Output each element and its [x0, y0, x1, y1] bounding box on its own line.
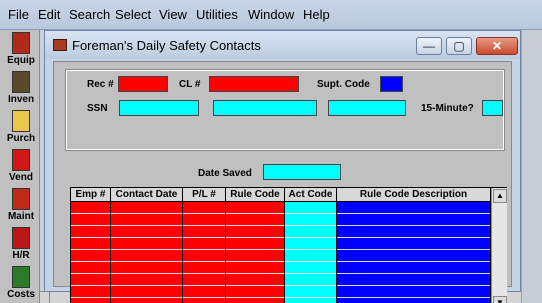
toolbar-button-inven[interactable]: Inven: [2, 70, 38, 110]
menu-bar: File Edit Search Select View Utilities W…: [0, 0, 542, 30]
supt-code-field[interactable]: [380, 76, 403, 92]
menu-utilities[interactable]: Utilities: [196, 7, 238, 22]
contacts-grid[interactable]: Emp # Contact Date P/L # Rule Code Act C…: [70, 187, 507, 303]
menu-file[interactable]: File: [8, 7, 29, 22]
toolbar-label: Inven: [7, 94, 35, 105]
ssn-field-1[interactable]: [119, 100, 199, 116]
maximize-button[interactable]: ▢: [446, 37, 472, 55]
menu-select[interactable]: Select: [115, 7, 151, 22]
form-client-area: Rec # CL # Supt. Code SSN 15-Minute? Dat…: [53, 61, 512, 303]
maintenance-icon: [12, 188, 30, 210]
toolbar-button-equip[interactable]: Equip: [2, 31, 38, 71]
ssn-label: SSN: [87, 103, 108, 114]
vendor-phone-icon: [12, 149, 30, 171]
fifteen-minute-field[interactable]: [482, 100, 503, 116]
menu-edit[interactable]: Edit: [38, 7, 60, 22]
toolbar-label: Vend: [9, 172, 33, 183]
fifteen-minute-label: 15-Minute?: [421, 103, 474, 114]
toolbar-button-hr[interactable]: H/R: [2, 226, 38, 266]
costs-icon: [12, 266, 30, 288]
menu-view[interactable]: View: [159, 7, 187, 22]
rec-label: Rec #: [87, 79, 114, 90]
header-fields-group: Rec # CL # Supt. Code SSN 15-Minute?: [65, 69, 505, 151]
grid-scrollbar[interactable]: ▲ ▼: [491, 188, 507, 303]
status-segment: [40, 292, 50, 303]
module-toolbar: Equip Inven Purch Vend Maint H/R Costs: [0, 30, 40, 303]
column-header-contact-date[interactable]: Contact Date: [111, 188, 183, 202]
column-header-act-code[interactable]: Act Code: [285, 188, 337, 202]
workspace-background: [521, 30, 542, 303]
column-header-rule-code[interactable]: Rule Code: [226, 188, 285, 202]
scroll-up-icon[interactable]: ▲: [493, 189, 507, 203]
window-titlebar[interactable]: Foreman's Daily Safety Contacts — ▢ ✕: [45, 31, 520, 59]
cl-label: CL #: [179, 79, 201, 90]
inventory-icon: [12, 71, 30, 93]
ssn-field-2[interactable]: [213, 100, 317, 116]
app-icon: [53, 39, 67, 51]
column-header-pl[interactable]: P/L #: [183, 188, 226, 202]
toolbar-button-maint[interactable]: Maint: [2, 187, 38, 227]
toolbar-label: H/R: [12, 250, 30, 261]
ssn-field-3[interactable]: [328, 100, 406, 116]
scroll-down-icon[interactable]: ▼: [493, 296, 507, 303]
emp-column-cells[interactable]: [71, 202, 111, 303]
contact-date-column-cells[interactable]: [111, 202, 183, 303]
column-header-rule-code-description[interactable]: Rule Code Description: [337, 188, 491, 202]
menu-search[interactable]: Search: [69, 7, 110, 22]
toolbar-label: Purch: [6, 133, 36, 144]
toolbar-button-purch[interactable]: Purch: [2, 109, 38, 149]
purchasing-icon: [12, 110, 30, 132]
supt-code-label: Supt. Code: [317, 79, 370, 90]
menu-help[interactable]: Help: [303, 7, 330, 22]
toolbar-label: Maint: [7, 211, 35, 222]
rec-field[interactable]: [118, 76, 168, 92]
minimize-button[interactable]: —: [416, 37, 442, 55]
toolbar-button-vend[interactable]: Vend: [2, 148, 38, 188]
toolbar-label: Costs: [7, 289, 35, 300]
safety-contacts-window: Foreman's Daily Safety Contacts — ▢ ✕ Re…: [44, 30, 521, 303]
menu-window[interactable]: Window: [248, 7, 294, 22]
date-saved-field[interactable]: [263, 164, 341, 180]
act-code-column-cells[interactable]: [285, 202, 337, 303]
pl-column-cells[interactable]: [183, 202, 226, 303]
toolbar-button-costs[interactable]: Costs: [2, 265, 38, 303]
cl-field[interactable]: [209, 76, 299, 92]
rule-code-column-cells[interactable]: [226, 202, 285, 303]
column-header-emp[interactable]: Emp #: [71, 188, 111, 202]
equipment-icon: [12, 32, 30, 54]
toolbar-label: Equip: [7, 55, 35, 66]
human-resources-icon: [12, 227, 30, 249]
rule-code-description-column-cells: [337, 202, 491, 303]
close-button[interactable]: ✕: [476, 37, 518, 55]
date-saved-label: Date Saved: [198, 168, 252, 179]
window-title: Foreman's Daily Safety Contacts: [72, 38, 261, 53]
